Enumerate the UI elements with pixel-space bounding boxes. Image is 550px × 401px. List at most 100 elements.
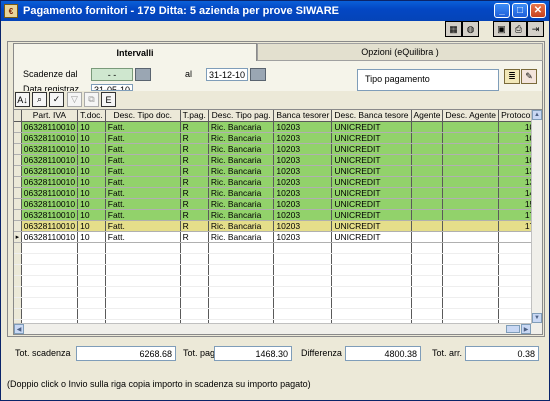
table-cell[interactable]: R	[180, 198, 209, 210]
table-cell[interactable]: Ric. Bancaria	[208, 231, 275, 243]
calendar-icon[interactable]	[250, 68, 266, 81]
table-cell[interactable]: 06328110010	[21, 187, 79, 199]
table-row[interactable]: 06328110010 10 Fatt. R Ric. Bancaria 10203 UNI…	[14, 220, 542, 232]
table-cell[interactable]: Ric. Bancaria	[208, 154, 275, 166]
table-cell[interactable]	[411, 121, 444, 133]
table-row[interactable]: 06328110010 10 Fatt. R Ric. Bancaria 10203 UNI…	[14, 209, 542, 221]
table-cell[interactable]	[442, 198, 500, 210]
table-cell[interactable]: 10203	[273, 187, 333, 199]
scroll-left-icon[interactable]: ◀	[14, 324, 24, 334]
row-indicator[interactable]	[14, 176, 22, 188]
table-cell[interactable]: 06328110010	[21, 198, 79, 210]
row-indicator[interactable]	[14, 198, 22, 210]
column-header[interactable]: T.pag.	[180, 110, 209, 122]
table-row[interactable]: 06328110010 10 Fatt. R Ric. Bancaria 10203 UNI…	[14, 176, 542, 188]
column-header[interactable]: T.doc.	[77, 110, 106, 122]
sort-icon[interactable]: A↓	[15, 92, 30, 107]
table-cell[interactable]: Fatt.	[105, 187, 181, 199]
table-cell[interactable]: 10	[77, 121, 106, 133]
table-cell[interactable]: Fatt.	[105, 132, 181, 144]
table-cell[interactable]	[411, 220, 444, 232]
table-cell[interactable]: 06328110010	[21, 165, 79, 177]
column-header[interactable]: Desc. Tipo pag.	[208, 110, 275, 122]
row-indicator[interactable]	[14, 209, 22, 221]
table-cell[interactable]: Ric. Bancaria	[208, 187, 275, 199]
table-cell[interactable]: R	[180, 220, 209, 232]
table-cell[interactable]: UNICREDIT	[331, 132, 412, 144]
export-icon[interactable]: E	[101, 92, 116, 107]
column-header[interactable]: Agente	[411, 110, 444, 122]
maximize-icon[interactable]: □	[512, 3, 528, 18]
column-header[interactable]: Desc. Agente	[442, 110, 500, 122]
table-cell[interactable]: Fatt.	[105, 198, 181, 210]
table-cell[interactable]: R	[180, 165, 209, 177]
table-cell[interactable]: Ric. Bancaria	[208, 143, 275, 155]
table-cell[interactable]	[411, 132, 444, 144]
row-indicator[interactable]: ▸	[14, 231, 22, 243]
table-cell[interactable]: R	[180, 132, 209, 144]
table-cell[interactable]: UNICREDIT	[331, 231, 412, 243]
table-cell[interactable]: 10203	[273, 198, 333, 210]
table-cell[interactable]: 06328110010	[21, 154, 79, 166]
table-cell[interactable]: UNICREDIT	[331, 121, 412, 133]
calendar-icon[interactable]	[135, 68, 151, 81]
table-cell[interactable]: 10	[77, 231, 106, 243]
table-cell[interactable]: Fatt.	[105, 143, 181, 155]
copy-icon[interactable]: ⧉	[84, 92, 99, 107]
table-cell[interactable]: UNICREDIT	[331, 154, 412, 166]
table-cell[interactable]: Fatt.	[105, 220, 181, 232]
table-cell[interactable]	[442, 209, 500, 221]
table-cell[interactable]: Fatt.	[105, 154, 181, 166]
close-icon[interactable]: ✕	[530, 3, 546, 18]
table-cell[interactable]	[411, 165, 444, 177]
table-cell[interactable]: 10203	[273, 176, 333, 188]
table-cell[interactable]: UNICREDIT	[331, 198, 412, 210]
row-indicator[interactable]	[14, 154, 22, 166]
table-row[interactable]: 06328110010 10 Fatt. R Ric. Bancaria 10203 UNI…	[14, 154, 542, 166]
al-date-field[interactable]: 31-12-10	[206, 68, 248, 81]
table-cell[interactable]: 10203	[273, 165, 333, 177]
table-cell[interactable]	[442, 143, 500, 155]
table-cell[interactable]	[411, 154, 444, 166]
table-cell[interactable]: 06328110010	[21, 209, 79, 221]
scroll-up-icon[interactable]: ▲	[532, 110, 542, 120]
table-cell[interactable]: 10203	[273, 220, 333, 232]
scroll-down-icon[interactable]: ▼	[532, 313, 542, 323]
find-icon[interactable]: ⌕	[32, 92, 47, 107]
table-cell[interactable]	[442, 176, 500, 188]
table-cell[interactable]: Ric. Bancaria	[208, 198, 275, 210]
table-cell[interactable]	[442, 220, 500, 232]
exit-door-icon[interactable]: ⇥	[527, 21, 544, 37]
clear-icon[interactable]: ✎	[521, 69, 537, 84]
table-cell[interactable]: 06328110010	[21, 121, 79, 133]
row-indicator-header[interactable]	[14, 110, 22, 122]
column-header[interactable]: Desc. Banca tesore	[331, 110, 412, 122]
title-bar[interactable]: € Pagamento fornitori - 179 Ditta: 5 azi…	[1, 1, 549, 21]
table-cell[interactable]: Fatt.	[105, 165, 181, 177]
table-cell[interactable]: 10203	[273, 231, 333, 243]
row-indicator[interactable]	[14, 165, 22, 177]
row-indicator[interactable]	[14, 143, 22, 155]
table-cell[interactable]: 10	[77, 176, 106, 188]
table-cell[interactable]: UNICREDIT	[331, 176, 412, 188]
table-cell[interactable]: 10	[77, 187, 106, 199]
print-icon[interactable]: ⎙	[510, 21, 527, 37]
table-cell[interactable]: R	[180, 154, 209, 166]
table-cell[interactable]: 06328110010	[21, 143, 79, 155]
scroll-right-icon[interactable]: ▶	[521, 324, 531, 334]
table-cell[interactable]: 06328110010	[21, 231, 79, 243]
table-cell[interactable]	[442, 187, 500, 199]
table-row[interactable]: 06328110010 10 Fatt. R Ric. Bancaria 10203 UNI…	[14, 165, 542, 177]
table-cell[interactable]: 06328110010	[21, 132, 79, 144]
table-row[interactable]: 06328110010 10 Fatt. R Ric. Bancaria 10203 UNI…	[14, 187, 542, 199]
table-cell[interactable]: R	[180, 187, 209, 199]
table-cell[interactable]: 10	[77, 165, 106, 177]
table-cell[interactable]: 10203	[273, 209, 333, 221]
table-cell[interactable]: 10203	[273, 132, 333, 144]
globe-icon[interactable]: ◍	[462, 21, 479, 37]
minimize-icon[interactable]: _	[494, 3, 510, 18]
column-header[interactable]: Banca tesorer	[273, 110, 333, 122]
table-cell[interactable]	[442, 154, 500, 166]
row-indicator[interactable]	[14, 121, 22, 133]
list-icon[interactable]: ≣	[504, 69, 520, 84]
